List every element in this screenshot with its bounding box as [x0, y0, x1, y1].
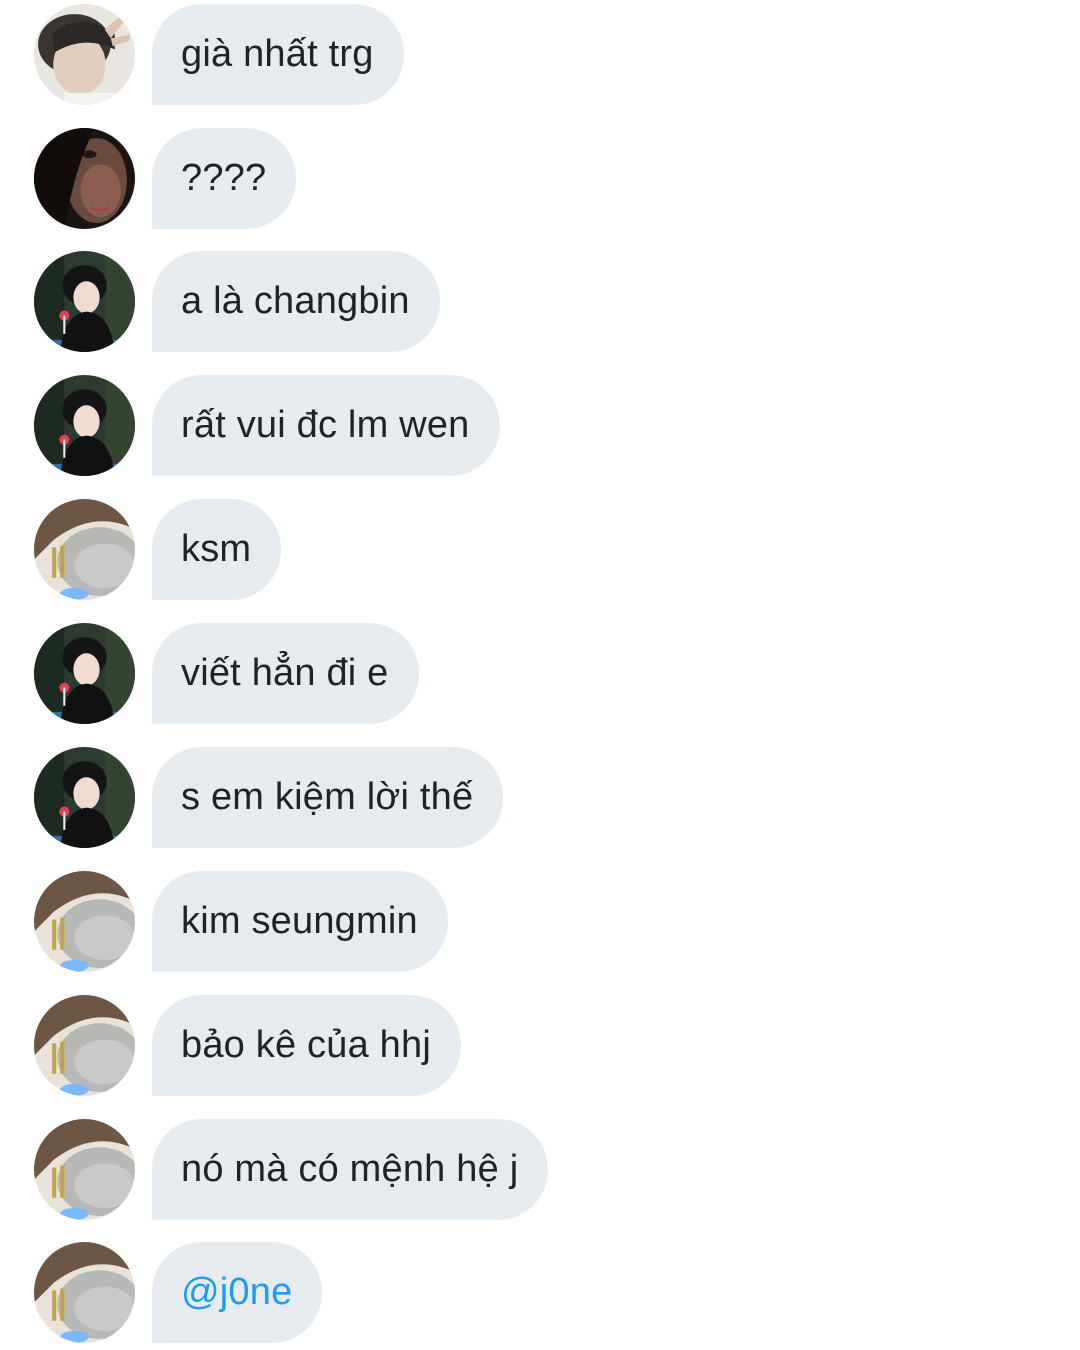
message-bubble: già nhất trg — [152, 4, 404, 105]
avatar-user-b[interactable] — [34, 128, 135, 229]
message-row: @j0ne — [34, 1242, 323, 1343]
avatar-user-d[interactable] — [34, 995, 135, 1096]
message-bubble: bảo kê của hhj — [152, 995, 461, 1096]
message-bubble: ???? — [152, 128, 297, 229]
chat-thread: già nhất trg ???? a là changbin rất vui … — [0, 0, 1080, 1350]
avatar-user-c[interactable] — [34, 251, 135, 352]
avatar-user-c[interactable] — [34, 747, 135, 848]
message-row: ???? — [34, 128, 297, 229]
message-row: a là changbin — [34, 251, 440, 352]
message-bubble: viết hẳn đi e — [152, 623, 419, 724]
avatar-user-d[interactable] — [34, 499, 135, 600]
message-bubble: s em kiệm lời thế — [152, 747, 504, 848]
avatar-user-a[interactable] — [34, 4, 135, 105]
message-row: bảo kê của hhj — [34, 995, 461, 1096]
message-row: nó mà có mệnh hệ j — [34, 1119, 549, 1220]
message-row: s em kiệm lời thế — [34, 747, 504, 848]
message-row: già nhất trg — [34, 4, 404, 105]
message-row: viết hẳn đi e — [34, 623, 419, 724]
avatar-user-d[interactable] — [34, 871, 135, 972]
message-row: ksm — [34, 499, 282, 600]
message-bubble: a là changbin — [152, 251, 440, 352]
avatar-user-c[interactable] — [34, 623, 135, 724]
message-bubble: kim seungmin — [152, 871, 448, 972]
message-row: rất vui đc lm wen — [34, 375, 500, 476]
message-bubble: rất vui đc lm wen — [152, 375, 500, 476]
message-bubble: ksm — [152, 499, 282, 600]
avatar-user-c[interactable] — [34, 375, 135, 476]
message-bubble: nó mà có mệnh hệ j — [152, 1119, 549, 1220]
avatar-user-d[interactable] — [34, 1242, 135, 1343]
message-bubble-mention[interactable]: @j0ne — [152, 1242, 323, 1343]
avatar-user-d[interactable] — [34, 1119, 135, 1220]
message-row: kim seungmin — [34, 871, 448, 972]
